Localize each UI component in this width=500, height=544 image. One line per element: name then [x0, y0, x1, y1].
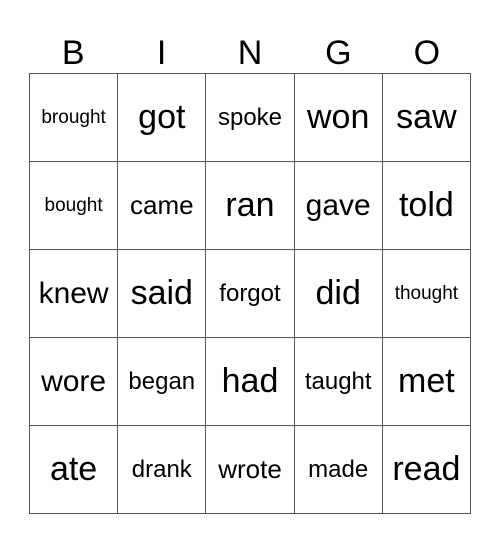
- header-letter-i: I: [156, 33, 167, 72]
- bingo-cell[interactable]: bought: [30, 162, 119, 250]
- bingo-cell[interactable]: knew: [30, 250, 119, 338]
- header-letter-o: O: [413, 33, 441, 72]
- bingo-cell[interactable]: came: [118, 162, 207, 250]
- header-letter-b: B: [61, 33, 85, 72]
- bingo-cell[interactable]: had: [206, 338, 295, 426]
- bingo-cell[interactable]: taught: [294, 338, 383, 426]
- bingo-cell[interactable]: ate: [30, 426, 119, 514]
- bingo-cell[interactable]: gave: [294, 162, 383, 250]
- bingo-cell[interactable]: drank: [118, 426, 207, 514]
- bingo-cell[interactable]: wore: [30, 338, 119, 426]
- bingo-cell[interactable]: got: [118, 74, 207, 162]
- bingo-cell[interactable]: did: [294, 250, 383, 338]
- bingo-cell[interactable]: saw: [382, 74, 471, 162]
- bingo-cell[interactable]: forgot: [206, 250, 295, 338]
- header-letter-n: N: [237, 33, 263, 72]
- header-letter-g: G: [325, 33, 352, 72]
- bingo-cell[interactable]: said: [118, 250, 207, 338]
- bingo-cell[interactable]: spoke: [206, 74, 295, 162]
- bingo-cell[interactable]: wrote: [206, 426, 295, 514]
- bingo-cell[interactable]: met: [382, 338, 471, 426]
- bingo-cell[interactable]: brought: [30, 74, 119, 162]
- bingo-card-grid: brought got spoke won saw bought came ran gave to…: [29, 73, 471, 514]
- bingo-cell[interactable]: ran: [206, 162, 295, 250]
- bingo-cell[interactable]: won: [294, 74, 383, 162]
- bingo-cell[interactable]: began: [118, 338, 207, 426]
- bingo-cell[interactable]: thought: [382, 250, 471, 338]
- bingo-header: B I N G O: [29, 28, 471, 73]
- bingo-cell[interactable]: read: [382, 426, 471, 514]
- bingo-cell[interactable]: told: [382, 162, 471, 250]
- bingo-cell[interactable]: made: [294, 426, 383, 514]
